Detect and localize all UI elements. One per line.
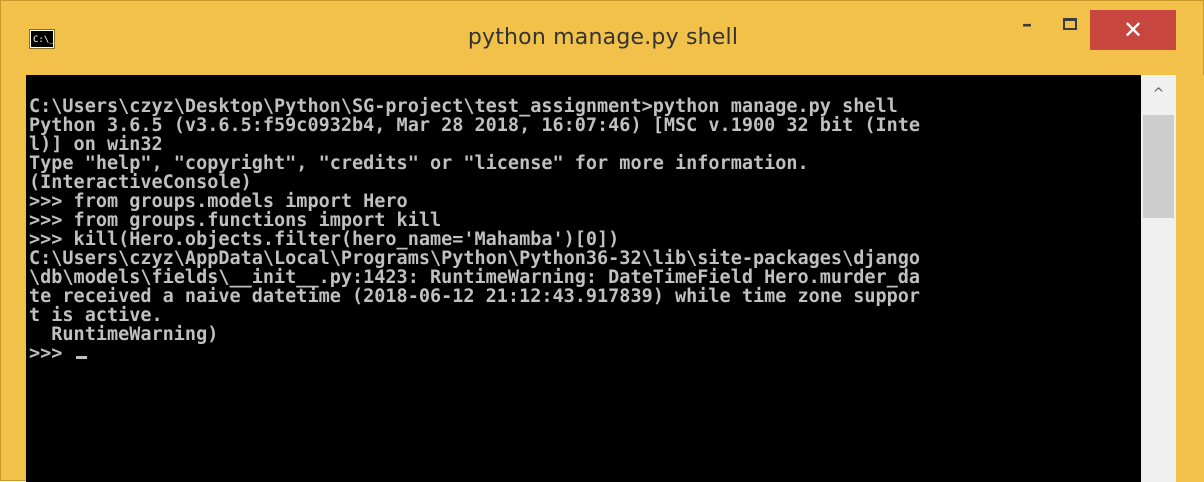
minimize-button[interactable]: – xyxy=(1004,4,1050,44)
console-line: t is active. xyxy=(29,305,163,326)
close-button[interactable]: ✕ xyxy=(1090,10,1176,50)
console-line: Python 3.6.5 (v3.6.5:f59c0932b4, Mar 28 … xyxy=(29,115,921,136)
vertical-scrollbar[interactable]: ^ xyxy=(1141,75,1176,482)
console-line: Type "help", "copyright", "credits" or "… xyxy=(29,153,809,174)
console-line: >>> from groups.models import Hero xyxy=(29,191,408,212)
scroll-thumb[interactable] xyxy=(1143,115,1174,218)
minimize-icon: – xyxy=(1022,12,1032,36)
console-line: te received a naive datetime (2018-06-12… xyxy=(29,286,921,307)
console-line: >>> kill(Hero.objects.filter(hero_name='… xyxy=(29,229,620,250)
title-bar[interactable]: C:\_ python manage.py shell – ✕ xyxy=(1,1,1204,75)
scroll-up-arrow-icon: ^ xyxy=(1152,86,1165,102)
console-line: \db\models\fields\__init__.py:1423: Runt… xyxy=(29,267,921,288)
console-line: l)] on win32 xyxy=(29,134,163,155)
console-line: >>> from groups.functions import kill xyxy=(29,210,442,231)
console-line: C:\Users\czyz\AppData\Local\Programs\Pyt… xyxy=(29,248,921,269)
maximize-button[interactable] xyxy=(1050,4,1090,44)
text-cursor xyxy=(75,356,87,359)
console-window: C:\_ python manage.py shell – ✕ C:\Users… xyxy=(0,0,1204,482)
console-line: RuntimeWarning) xyxy=(29,324,219,345)
console-line: C:\Users\czyz\Desktop\Python\SG-project\… xyxy=(29,96,898,117)
console-output[interactable]: C:\Users\czyz\Desktop\Python\SG-project\… xyxy=(26,75,1141,482)
console-line: (InteractiveConsole) xyxy=(29,172,252,193)
console-prompt[interactable]: >>> xyxy=(29,343,74,364)
close-icon: ✕ xyxy=(1122,16,1144,44)
window-frame-right xyxy=(1176,75,1204,482)
maximize-icon xyxy=(1063,18,1077,30)
scroll-up-button[interactable]: ^ xyxy=(1141,75,1176,113)
